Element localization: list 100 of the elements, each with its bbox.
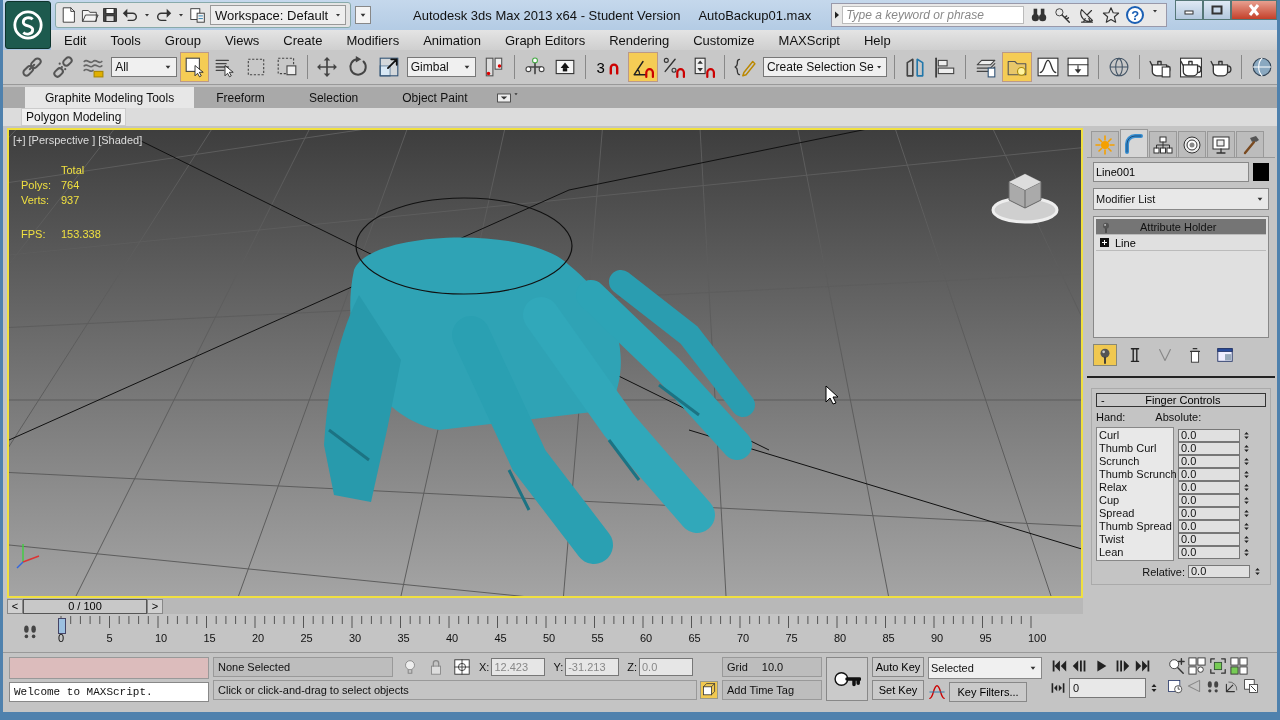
spinner-arrows-icon[interactable] bbox=[1242, 470, 1251, 480]
next-button[interactable]: > bbox=[147, 598, 163, 614]
relative-field[interactable]: 0.0 bbox=[1188, 565, 1250, 579]
list-item[interactable]: Thumb Curl bbox=[1097, 442, 1173, 456]
spinner-arrows-icon[interactable] bbox=[1242, 509, 1251, 519]
list-item[interactable]: Twist bbox=[1097, 533, 1173, 547]
help-button[interactable]: ? bbox=[1126, 6, 1145, 24]
menu-item[interactable]: MAXScript bbox=[765, 32, 851, 48]
menu-item[interactable]: Tools bbox=[97, 32, 152, 48]
object-name-field[interactable]: Line001 bbox=[1093, 162, 1249, 183]
value-field[interactable]: 0.0 bbox=[1178, 442, 1240, 456]
new-file-button[interactable] bbox=[60, 6, 78, 24]
angle-snap-button[interactable] bbox=[628, 52, 658, 82]
minimize-button[interactable] bbox=[1175, 0, 1203, 20]
list-item[interactable]: Spread bbox=[1097, 507, 1173, 521]
project-folder-button[interactable] bbox=[189, 6, 207, 24]
time-tag-button[interactable] bbox=[700, 681, 718, 700]
value-field[interactable]: 0.0 bbox=[1178, 520, 1240, 534]
crosshair-box-icon[interactable] bbox=[453, 658, 471, 677]
maximize-button[interactable] bbox=[1203, 0, 1231, 20]
redo-button[interactable] bbox=[155, 6, 173, 24]
customize-dropdown-button[interactable] bbox=[355, 6, 371, 24]
color-swatch[interactable] bbox=[1253, 163, 1269, 182]
time-slider-thumb[interactable]: 0 / 100 bbox=[23, 598, 147, 614]
viewport-label[interactable]: [Perspective ] bbox=[28, 134, 96, 147]
menu-item[interactable]: Customize bbox=[680, 32, 766, 48]
value-field[interactable]: 0.0 bbox=[1178, 507, 1240, 521]
field-of-view-button[interactable] bbox=[1186, 678, 1202, 695]
value-field[interactable]: 0.0 bbox=[1178, 546, 1240, 560]
spinner-arrows-icon[interactable] bbox=[1242, 457, 1251, 467]
menu-item[interactable]: Help bbox=[851, 32, 902, 48]
ribbon-tab[interactable]: Object Paint bbox=[380, 87, 490, 109]
ribbon-panel-tab[interactable]: Polygon Modeling bbox=[21, 108, 127, 127]
list-item[interactable]: Curl bbox=[1097, 429, 1173, 443]
search-field[interactable]: Type a keyword or phrase bbox=[842, 6, 1025, 24]
zoom-button[interactable] bbox=[1167, 657, 1185, 676]
menu-item[interactable]: Group bbox=[151, 32, 212, 48]
menu-item[interactable]: Rendering bbox=[596, 32, 681, 48]
maxscript-input-field[interactable] bbox=[9, 657, 209, 680]
value-field[interactable]: 0.0 bbox=[1178, 481, 1240, 495]
binoculars-button[interactable] bbox=[1030, 6, 1049, 24]
undo-button[interactable] bbox=[121, 6, 139, 24]
stack-item[interactable]: Line bbox=[1096, 235, 1266, 252]
perspective-viewport[interactable]: [+] [Perspective ] [Shaded] Total Polys: 764 Verts: 937 FPS: 153.338 bbox=[7, 128, 1083, 599]
value-field[interactable]: 0.0 bbox=[1178, 429, 1240, 443]
ribbon-tab[interactable]: Selection bbox=[286, 87, 381, 109]
pin-button[interactable] bbox=[1093, 344, 1117, 367]
list-item[interactable]: Thumb Spread bbox=[1097, 520, 1173, 534]
value-field[interactable]: 0.0 bbox=[1178, 455, 1240, 469]
snap-toggle-button[interactable]: 3 bbox=[591, 52, 627, 82]
rollout-header[interactable]: - Finger Controls bbox=[1096, 393, 1266, 408]
save-button[interactable] bbox=[102, 7, 118, 23]
menu-item[interactable]: Modifiers bbox=[333, 32, 411, 48]
maximize-viewport-button[interactable] bbox=[1243, 678, 1259, 695]
list-item[interactable]: Scrunch bbox=[1097, 455, 1173, 469]
curve-icon[interactable] bbox=[928, 683, 946, 702]
command-panel-tab[interactable] bbox=[1149, 131, 1177, 158]
dropdown[interactable]: All bbox=[111, 57, 177, 77]
workspace-dropdown[interactable]: Workspace: Default bbox=[210, 5, 346, 25]
app-logo-button[interactable] bbox=[5, 1, 51, 49]
stack-item[interactable]: Attribute Holder bbox=[1096, 219, 1266, 236]
set-keys-button[interactable] bbox=[826, 657, 868, 702]
menu-item[interactable]: Views bbox=[211, 32, 271, 48]
favorites-button[interactable] bbox=[1102, 6, 1121, 24]
list-item[interactable]: Cup bbox=[1097, 494, 1173, 508]
zoom-extents-all-button[interactable] bbox=[1230, 657, 1248, 676]
dropdown[interactable]: Gimbal bbox=[406, 57, 477, 77]
menu-item[interactable]: Animation bbox=[410, 32, 492, 48]
spinner-arrows-icon[interactable] bbox=[1242, 431, 1251, 441]
orbit-button[interactable] bbox=[1224, 678, 1240, 695]
key-mode-dropdown[interactable]: Selected bbox=[928, 657, 1042, 680]
ribbon-tab[interactable]: Freeform bbox=[194, 87, 287, 109]
list-item[interactable]: Relax bbox=[1097, 481, 1173, 495]
menu-item[interactable]: Create bbox=[270, 32, 334, 48]
spinner-arrows-icon[interactable] bbox=[1242, 522, 1251, 532]
modifier-list-dropdown[interactable]: Modifier List bbox=[1093, 188, 1269, 211]
dropdown[interactable]: Create Selection Se bbox=[762, 57, 887, 77]
key-button[interactable] bbox=[1054, 6, 1073, 24]
viewport-label[interactable]: [Shaded] bbox=[98, 134, 143, 147]
menu-item[interactable]: Edit bbox=[51, 32, 98, 48]
list-item[interactable]: Lean bbox=[1097, 546, 1173, 560]
set-key-button[interactable]: Set Key bbox=[872, 680, 924, 701]
spinner-arrows-icon[interactable] bbox=[1242, 496, 1251, 506]
add-time-tag[interactable]: Add Time Tag bbox=[722, 680, 822, 701]
key-filters-button[interactable]: Key Filters... bbox=[949, 682, 1027, 703]
close-button[interactable] bbox=[1231, 0, 1277, 20]
previous-button[interactable]: < bbox=[7, 598, 23, 614]
spinner-arrows-icon[interactable] bbox=[1242, 483, 1251, 493]
zoom-extents-button[interactable] bbox=[1209, 657, 1227, 676]
select-object-button[interactable] bbox=[179, 52, 210, 82]
frame-field[interactable]: 0 bbox=[1069, 678, 1146, 699]
frame-marker[interactable] bbox=[58, 618, 66, 635]
time-configuration-button[interactable] bbox=[1167, 678, 1183, 695]
value-field[interactable]: 0.0 bbox=[1178, 494, 1240, 508]
command-panel-tab[interactable] bbox=[1207, 131, 1235, 158]
spinner-arrows-icon[interactable] bbox=[1242, 535, 1251, 545]
spinner-arrows-icon[interactable] bbox=[1242, 444, 1251, 454]
command-panel-tab[interactable] bbox=[1178, 131, 1206, 158]
viewport-label[interactable]: [+] bbox=[13, 134, 26, 147]
value-field[interactable]: 0.0 bbox=[1178, 468, 1240, 482]
